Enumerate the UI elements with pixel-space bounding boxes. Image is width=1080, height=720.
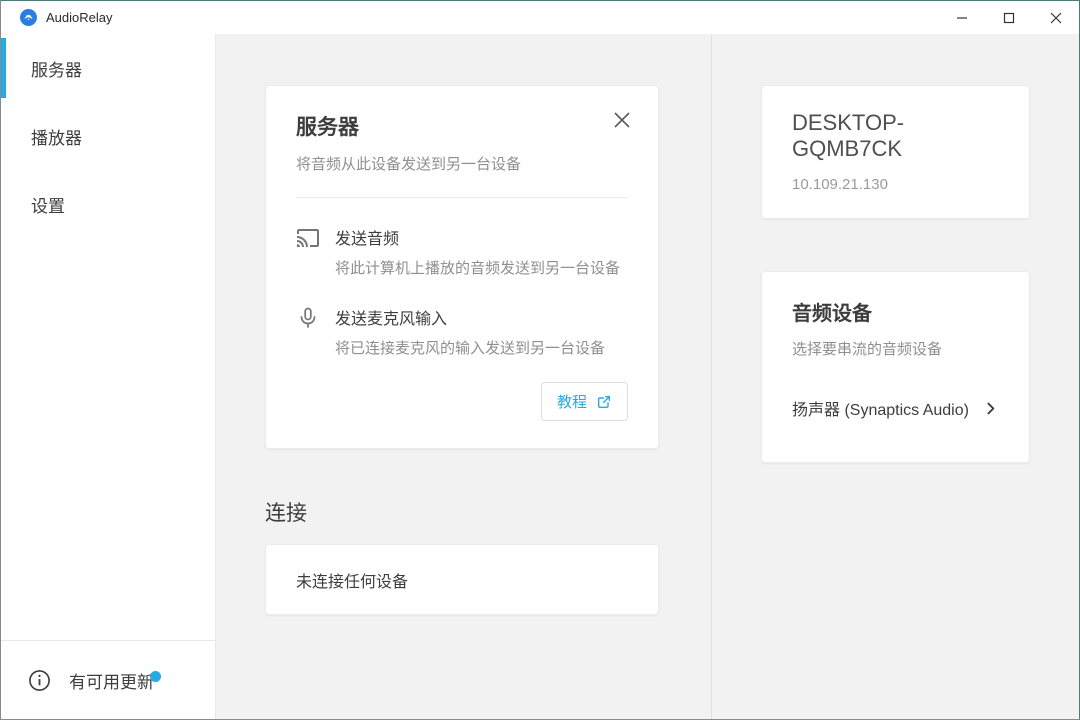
active-indicator	[1, 38, 6, 98]
window-controls	[938, 1, 1079, 34]
close-icon	[613, 111, 631, 129]
chevron-right-icon	[982, 400, 999, 417]
card-divider	[296, 197, 628, 198]
sidebar-item-settings[interactable]: 设置	[1, 170, 215, 238]
sidebar: 服务器 播放器 设置 有可用更新	[1, 34, 216, 719]
update-available-item[interactable]: 有可用更新	[1, 640, 215, 719]
host-card: DESKTOP-GQMB7CK 10.109.21.130	[761, 85, 1030, 219]
sidebar-item-label: 播放器	[31, 124, 82, 149]
audiorelay-window: AudioRelay 服务器 播放器 设置	[0, 0, 1080, 720]
connections-card: 未连接任何设备	[265, 544, 659, 615]
app-title: AudioRelay	[46, 10, 113, 25]
connections-heading: 连接	[265, 497, 307, 527]
feature-title: 发送音频	[335, 225, 620, 249]
feature-send-microphone: 发送麦克风输入 将已连接麦克风的输入发送到另一台设备	[296, 305, 628, 358]
column-divider	[711, 34, 712, 719]
feature-send-audio: 发送音频 将此计算机上播放的音频发送到另一台设备	[296, 225, 628, 278]
tutorial-button-label: 教程	[557, 391, 587, 412]
feature-title: 发送麦克风输入	[335, 305, 605, 329]
audiorelay-logo	[20, 9, 37, 26]
selected-device-label: 扬声器 (Synaptics Audio)	[792, 396, 969, 420]
host-ip-address: 10.109.21.130	[792, 176, 999, 193]
audio-devices-title: 音频设备	[792, 297, 999, 326]
maximize-button[interactable]	[985, 1, 1032, 34]
tutorial-button[interactable]: 教程	[541, 382, 628, 421]
sidebar-item-label: 服务器	[31, 56, 82, 81]
minimize-button[interactable]	[938, 1, 985, 34]
close-window-icon	[1050, 12, 1062, 24]
minimize-icon	[956, 12, 968, 24]
button-row: 教程	[296, 382, 628, 421]
audio-device-selector[interactable]: 扬声器 (Synaptics Audio)	[792, 396, 999, 420]
server-card-subtitle: 将音频从此设备发送到另一台设备	[296, 153, 628, 174]
close-window-button[interactable]	[1032, 1, 1079, 34]
feature-description: 将已连接麦克风的输入发送到另一台设备	[335, 337, 605, 358]
sidebar-item-label: 设置	[31, 192, 65, 217]
microphone-icon	[296, 306, 320, 330]
audio-devices-subtitle: 选择要串流的音频设备	[792, 338, 999, 359]
server-card: 服务器 将音频从此设备发送到另一台设备 发送音频 将此计算机上播放的音频发送到另…	[265, 85, 659, 449]
connections-empty-message: 未连接任何设备	[296, 568, 408, 592]
update-available-label: 有可用更新	[69, 668, 154, 693]
server-card-title: 服务器	[296, 111, 628, 141]
titlebar: AudioRelay	[1, 1, 1079, 34]
update-notification-dot	[150, 671, 161, 682]
feature-description: 将此计算机上播放的音频发送到另一台设备	[335, 257, 620, 278]
external-link-icon	[596, 394, 612, 410]
sidebar-item-server[interactable]: 服务器	[1, 34, 215, 102]
close-card-button[interactable]	[608, 106, 636, 134]
audio-devices-card: 音频设备 选择要串流的音频设备 扬声器 (Synaptics Audio)	[761, 271, 1030, 463]
info-icon	[28, 669, 51, 692]
sidebar-item-player[interactable]: 播放器	[1, 102, 215, 170]
cast-icon	[296, 226, 320, 250]
host-device-name: DESKTOP-GQMB7CK	[792, 110, 967, 162]
maximize-icon	[1003, 12, 1015, 24]
